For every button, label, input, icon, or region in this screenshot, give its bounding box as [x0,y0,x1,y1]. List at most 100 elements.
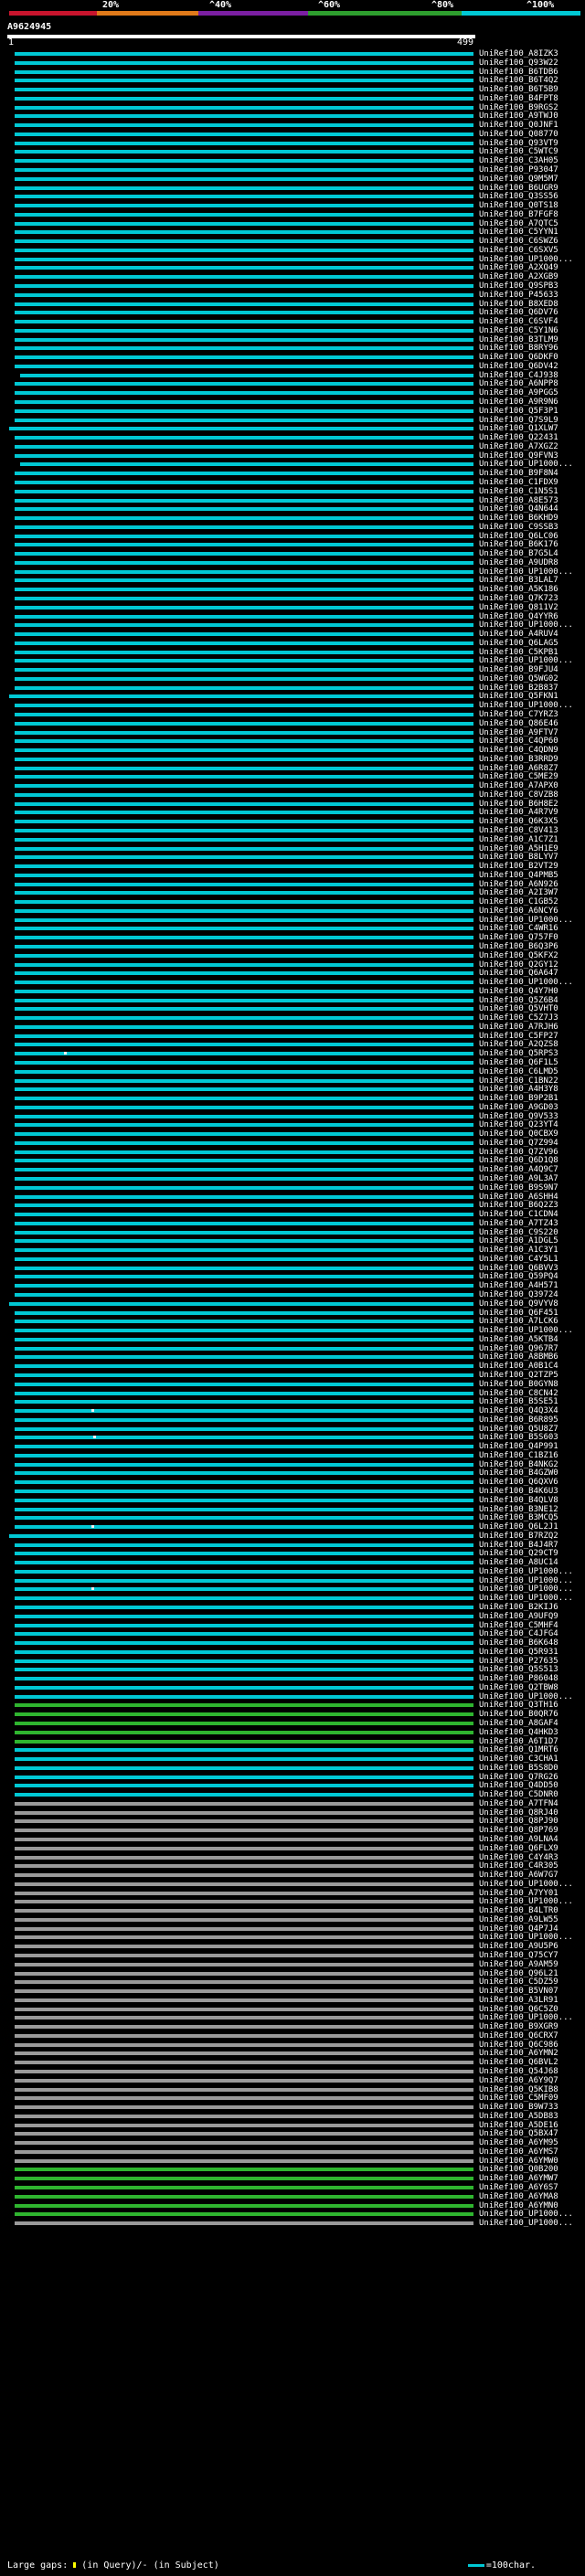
hit-label[interactable]: UniRef100_Q6QXV6 [479,1478,585,1487]
hit-label[interactable]: UniRef100_B6T5B9 [479,85,585,94]
hit-bar[interactable] [15,61,473,65]
hit-label[interactable]: UniRef100_UP1000... [479,656,585,665]
hit-label[interactable]: UniRef100_A6Y6S7 [479,2183,585,2192]
hit-bar[interactable] [15,981,473,984]
hit-label[interactable]: UniRef100_A4R7V9 [479,808,585,817]
hit-bar[interactable] [15,2008,473,2011]
hit-bar[interactable] [9,694,473,698]
hit-label[interactable]: UniRef100_Q9SPB3 [479,281,585,291]
hit-bar[interactable] [15,570,473,574]
hit-bar[interactable] [15,186,473,190]
hit-bar[interactable] [15,659,473,663]
hit-label[interactable]: UniRef100_C5WTC9 [479,147,585,156]
hit-label[interactable]: UniRef100_C3CHA1 [479,1754,585,1764]
hit-label[interactable]: UniRef100_Q5VHT0 [479,1004,585,1013]
hit-label[interactable]: UniRef100_Q9VYV8 [479,1299,585,1309]
hit-bar[interactable] [15,1329,473,1332]
hit-bar[interactable] [15,400,473,404]
hit-bar[interactable] [15,722,473,726]
hit-bar[interactable] [15,2159,473,2163]
hit-label[interactable]: UniRef100_B6T4Q2 [479,76,585,85]
hit-bar[interactable] [15,2115,473,2118]
hit-bar[interactable] [15,578,473,582]
hit-bar[interactable] [15,1766,473,1770]
hit-label[interactable]: UniRef100_Q7Z994 [479,1139,585,1148]
hit-label[interactable]: UniRef100_C6SXV5 [479,246,585,255]
hit-label[interactable]: UniRef100_A6W7G7 [479,1871,585,1880]
hit-bar[interactable] [15,230,473,234]
hit-label[interactable]: UniRef100_C5DZ59 [479,1977,585,1987]
hit-bar[interactable] [15,1587,473,1591]
hit-bar[interactable] [15,1061,473,1065]
hit-label[interactable]: UniRef100_A4Q9C7 [479,1165,585,1174]
hit-bar[interactable] [15,990,473,993]
hit-bar[interactable] [15,1900,473,1903]
hit-label[interactable]: UniRef100_C1CDN4 [479,1210,585,1219]
hit-label[interactable]: UniRef100_A7RJH6 [479,1023,585,1032]
hit-bar[interactable] [15,70,473,74]
hit-bar[interactable] [15,159,473,163]
hit-label[interactable]: UniRef100_B3RRD9 [479,755,585,764]
hit-bar[interactable] [15,355,473,359]
hit-bar[interactable] [15,2070,473,2073]
hit-label[interactable]: UniRef100_B7FGF8 [479,210,585,219]
hit-label[interactable]: UniRef100_A9U5P6 [479,1942,585,1951]
hit-label[interactable]: UniRef100_Q6D1Q8 [479,1156,585,1165]
hit-label[interactable]: UniRef100_P86048 [479,1674,585,1683]
hit-bar[interactable] [15,1722,473,1725]
hit-bar[interactable] [15,971,473,975]
hit-label[interactable]: UniRef100_Q9M5M7 [479,175,585,184]
hit-bar[interactable] [15,1106,473,1109]
hit-bar[interactable] [15,1195,473,1199]
hit-bar[interactable] [15,1239,473,1243]
hit-label[interactable]: UniRef100_A6Y9Q7 [479,2076,585,2085]
hit-bar[interactable] [15,606,473,610]
hit-bar[interactable] [15,52,473,56]
hit-bar[interactable] [15,490,473,493]
hit-bar[interactable] [15,88,473,91]
hit-bar[interactable] [15,597,473,600]
hit-bar[interactable] [15,1945,473,1948]
hit-bar[interactable] [15,195,473,198]
hit-bar[interactable] [15,1712,473,1716]
hit-bar[interactable] [15,168,473,172]
hit-bar[interactable] [15,1311,473,1315]
hit-label[interactable]: UniRef100_UP1000... [479,701,585,710]
hit-label[interactable]: UniRef100_B5S8D0 [479,1764,585,1773]
hit-bar[interactable] [15,2141,473,2145]
hit-bar[interactable] [15,2105,473,2109]
hit-label[interactable]: UniRef100_B6Q2Z3 [479,1201,585,1210]
hit-label[interactable]: UniRef100_A7LCK6 [479,1317,585,1326]
hit-label[interactable]: UniRef100_A8GAF4 [479,1719,585,1728]
hit-bar[interactable] [15,2061,473,2064]
hit-bar[interactable] [15,249,473,252]
hit-label[interactable]: UniRef100_A6YMW7 [479,2174,585,2183]
hit-bar[interactable] [15,1508,473,1511]
hit-bar[interactable] [15,1115,473,1118]
hit-bar[interactable] [15,704,473,707]
hit-label[interactable]: UniRef100_B9F8N4 [479,469,585,478]
hit-bar[interactable] [15,1650,473,1654]
hit-label[interactable]: UniRef100_Q6DV42 [479,362,585,371]
hit-label[interactable]: UniRef100_A6YMN2 [479,2049,585,2058]
hit-bar[interactable] [15,1793,473,1797]
hit-label[interactable]: UniRef100_C1GB52 [479,897,585,906]
hit-label[interactable]: UniRef100_Q08770 [479,130,585,139]
hit-bar[interactable] [15,847,473,851]
hit-label[interactable]: UniRef100_B4GZW0 [479,1468,585,1478]
hit-bar[interactable] [20,374,473,377]
hit-bar[interactable] [15,1989,473,1993]
hit-bar[interactable] [15,382,473,386]
hit-bar[interactable] [15,1159,473,1162]
hit-bar[interactable] [15,811,473,814]
hit-label[interactable]: UniRef100_B9P2B1 [479,1094,585,1103]
hit-bar[interactable] [15,284,473,288]
hit-bar[interactable] [15,346,473,350]
hit-label[interactable]: UniRef100_A9L3A7 [479,1174,585,1183]
hit-label[interactable]: UniRef100_B6K176 [479,540,585,549]
hit-bar[interactable] [15,793,473,797]
hit-bar[interactable] [15,1257,473,1261]
hit-bar[interactable] [15,677,473,681]
hit-bar[interactable] [15,1499,473,1502]
hit-label[interactable]: UniRef100_P45633 [479,291,585,300]
